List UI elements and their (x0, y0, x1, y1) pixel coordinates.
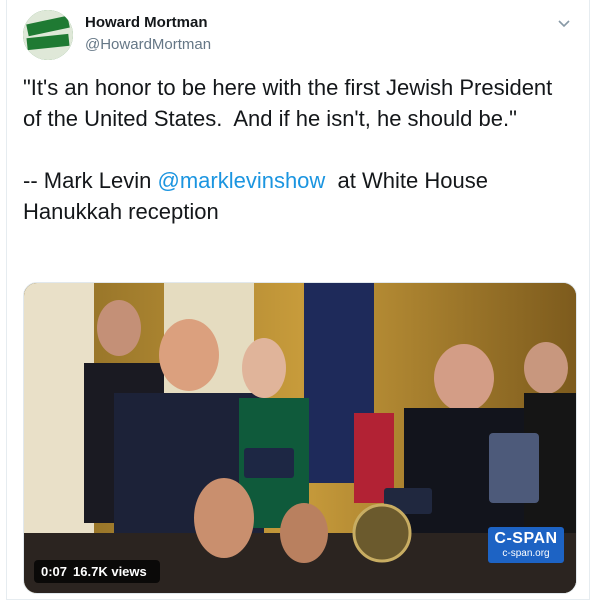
video-stats-badge: 0:07 16.7K views (34, 560, 160, 583)
avatar[interactable] (23, 10, 73, 60)
video-views: 16.7K views (73, 564, 147, 579)
tweet-text: "It's an honor to be here with the first… (23, 72, 563, 227)
cspan-logo: C-SPAN (494, 530, 558, 547)
video-duration: 0:07 (41, 564, 68, 579)
mention-link[interactable]: @marklevinshow (157, 168, 325, 193)
tweet-attribution-prefix: -- Mark Levin (23, 168, 158, 193)
avatar-image (23, 10, 73, 60)
cspan-watermark: C-SPAN c-span.org (488, 527, 564, 563)
author-handle[interactable]: @HowardMortman (85, 36, 211, 53)
author-name[interactable]: Howard Mortman (85, 14, 208, 31)
chevron-down-icon[interactable] (557, 16, 571, 30)
video-player[interactable]: C-SPAN c-span.org 0:07 16.7K views (23, 282, 577, 594)
cspan-url: c-span.org (502, 548, 550, 559)
tweet-card[interactable]: Howard Mortman @HowardMortman "It's an h… (6, 0, 590, 600)
tweet-quote: "It's an honor to be here with the first… (23, 75, 559, 131)
